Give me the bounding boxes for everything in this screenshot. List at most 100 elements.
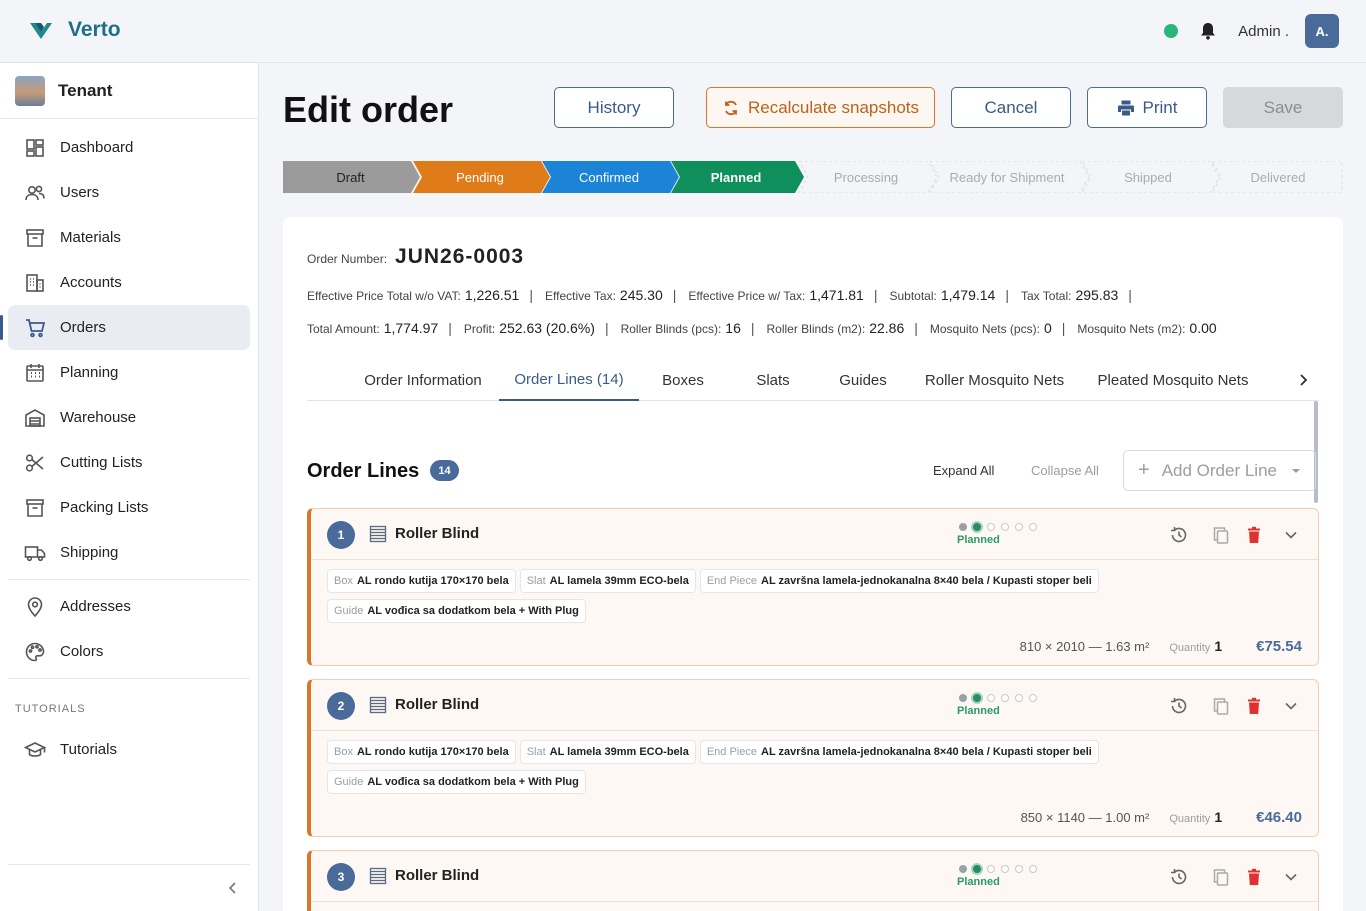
order-number-label: Order Number: [307,252,388,266]
bell-icon[interactable] [1198,21,1218,41]
print-button[interactable]: Print [1087,87,1207,128]
metric-value: 245.30 [619,287,663,303]
metric-value: 1,774.97 [383,320,439,336]
order-number: JUN26-0003 [395,245,525,268]
calendar-icon [26,363,44,382]
chevron-down-icon[interactable] [1281,696,1301,716]
step-confirmed[interactable]: Confirmed [544,161,674,193]
sidebar-item-label: Dashboard [60,139,134,156]
sidebar-item-packing-lists[interactable]: Packing Lists [8,485,250,530]
sidebar-item-dashboard[interactable]: Dashboard [8,125,250,170]
metric-label: Effective Tax: [544,289,616,303]
tab-slats[interactable]: Slats [727,359,819,401]
line-status: Planned [957,705,1000,717]
brand-name: Verto [68,18,121,41]
copy-icon[interactable] [1211,696,1231,716]
chevron-right-icon[interactable] [1295,372,1311,388]
step-label: Processing [833,169,899,185]
component-tag: Slat AL lamela 39mm ECO-bela [519,740,696,764]
sidebar-item-label: Cutting Lists [60,454,143,471]
progress-dot [1015,865,1023,873]
page-title: Edit order [283,89,454,130]
metric-label: Roller Blinds (pcs): [620,322,722,336]
user-avatar[interactable]: A. [1305,14,1339,48]
metric-separator: | [604,320,609,336]
step-draft[interactable]: Draft [283,161,418,193]
tenant-switcher[interactable]: Tenant [0,63,258,119]
tag-value: AL rondo kutija 170×170 bela [356,575,509,587]
metric: Effective Price Total w/o VAT: 1,226.51 [307,287,519,303]
history-icon[interactable] [1169,867,1189,887]
metric: Roller Blinds (m2): 22.86 [767,320,905,336]
trash-icon[interactable] [1244,525,1264,545]
sidebar-item-addresses[interactable]: Addresses [8,584,250,629]
sidebar-item-warehouse[interactable]: Warehouse [8,395,250,440]
progress-dot [959,523,967,531]
order-line[interactable]: 3 Roller Blind Planned [307,850,1319,911]
sidebar-item-label: Shipping [60,544,119,561]
step-delivered[interactable]: Delivered [1213,161,1343,193]
component-tag: Slat AL lamela 39mm ECO-bela [519,569,696,593]
refresh-icon [725,100,737,115]
quantity-value: 1 [1214,638,1223,654]
metric-label: Total Amount: [307,322,380,336]
progress-dot [1029,523,1037,531]
step-pending[interactable]: Pending [415,161,545,193]
metric-value: 0 [1043,320,1052,336]
truck-icon [24,545,46,561]
sidebar-item-tutorials[interactable]: Tutorials [8,727,250,772]
trash-icon[interactable] [1244,867,1264,887]
tab-order-information[interactable]: Order Information [347,359,499,401]
cancel-button[interactable]: Cancel [951,87,1071,128]
step-planned[interactable]: Planned [673,161,799,193]
sidebar-divider [8,579,250,580]
sidebar-item-users[interactable]: Users [8,170,250,215]
line-status: Planned [957,876,1000,888]
tab-roller-mosquito-nets[interactable]: Roller Mosquito Nets [907,359,1082,401]
order-line[interactable]: 1 Roller Blind Planned Box AL rondo kuti… [307,508,1319,666]
sidebar-item-accounts[interactable]: Accounts [8,260,250,305]
verto-logo-icon [30,23,52,39]
step-ready-for-shipment[interactable]: Ready for Shipment [931,161,1083,193]
history-icon[interactable] [1169,525,1189,545]
tag-value: AL završna lamela-jednokanalna 8×40 bela… [761,575,1092,587]
recalculate-label: Recalculate snapshots [747,97,920,117]
history-icon[interactable] [1169,696,1189,716]
tab-order-lines[interactable]: Order Lines (14) [499,359,639,401]
progress-dot-current [971,692,983,704]
tab-boxes[interactable]: Boxes [639,359,727,401]
step-processing[interactable]: Processing [801,161,931,193]
brand[interactable]: Verto [28,17,121,43]
cart-icon [26,318,46,337]
collapse-sidebar-icon[interactable] [226,881,240,895]
sidebar-item-planning[interactable]: Planning [8,350,250,395]
collapse-all-button[interactable]: Collapse All [1031,463,1099,478]
step-shipped[interactable]: Shipped [1083,161,1213,193]
order-tabs: Order Information Order Lines (14) Boxes… [307,359,1319,401]
sidebar-item-orders[interactable]: Orders [0,305,250,350]
metric-label: Mosquito Nets (pcs): [929,322,1040,336]
tab-pleated-mosquito-nets[interactable]: Pleated Mosquito Nets [1082,359,1264,401]
print-label: Print [1142,97,1178,117]
sidebar-item-shipping[interactable]: Shipping [8,530,250,575]
sidebar-item-cutting-lists[interactable]: Cutting Lists [8,440,250,485]
chevron-down-icon[interactable] [1281,867,1301,887]
sidebar-item-colors[interactable]: Colors [8,629,250,674]
trash-icon[interactable] [1244,696,1264,716]
sidebar-nav: Dashboard Users Materials Accounts Order… [0,119,258,772]
add-order-line-button[interactable]: + Add Order Line [1123,450,1316,491]
history-button[interactable]: History [554,87,674,128]
sidebar-item-materials[interactable]: Materials [8,215,250,260]
add-order-line-label: Add Order Line [1161,460,1277,480]
copy-icon[interactable] [1211,525,1231,545]
user-name[interactable]: Admin . [1238,23,1289,40]
copy-icon[interactable] [1211,867,1231,887]
progress-dot-current [971,521,983,533]
recalculate-snapshots-button[interactable]: Recalculate snapshots [706,87,935,128]
chevron-down-icon[interactable] [1281,525,1301,545]
order-line[interactable]: 2 Roller Blind Planned Box AL rondo kuti… [307,679,1319,837]
tab-guides[interactable]: Guides [819,359,907,401]
expand-all-button[interactable]: Expand All [933,463,994,478]
save-button[interactable]: Save [1223,87,1343,128]
quantity-label: Quantity [1169,642,1211,654]
